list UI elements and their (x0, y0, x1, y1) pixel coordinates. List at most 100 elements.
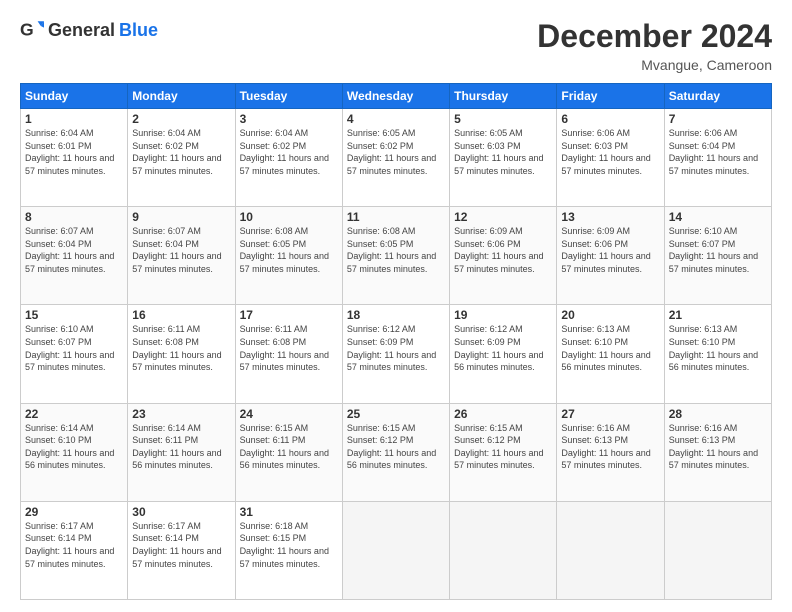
day-number: 15 (25, 308, 123, 322)
calendar-cell: 27Sunrise: 6:16 AMSunset: 6:13 PMDayligh… (557, 403, 664, 501)
day-info: Sunrise: 6:16 AMSunset: 6:13 PMDaylight:… (561, 422, 659, 472)
day-number: 27 (561, 407, 659, 421)
calendar-cell (557, 501, 664, 599)
calendar-cell: 3Sunrise: 6:04 AMSunset: 6:02 PMDaylight… (235, 109, 342, 207)
day-info: Sunrise: 6:13 AMSunset: 6:10 PMDaylight:… (561, 323, 659, 373)
calendar-header-cell: Monday (128, 84, 235, 109)
day-number: 10 (240, 210, 338, 224)
calendar-cell: 9Sunrise: 6:07 AMSunset: 6:04 PMDaylight… (128, 207, 235, 305)
calendar-header-cell: Tuesday (235, 84, 342, 109)
day-number: 29 (25, 505, 123, 519)
day-info: Sunrise: 6:14 AMSunset: 6:10 PMDaylight:… (25, 422, 123, 472)
calendar-cell: 29Sunrise: 6:17 AMSunset: 6:14 PMDayligh… (21, 501, 128, 599)
day-number: 13 (561, 210, 659, 224)
calendar-cell: 5Sunrise: 6:05 AMSunset: 6:03 PMDaylight… (450, 109, 557, 207)
calendar-cell: 28Sunrise: 6:16 AMSunset: 6:13 PMDayligh… (664, 403, 771, 501)
day-info: Sunrise: 6:09 AMSunset: 6:06 PMDaylight:… (454, 225, 552, 275)
calendar-week-row: 1Sunrise: 6:04 AMSunset: 6:01 PMDaylight… (21, 109, 772, 207)
calendar-cell: 21Sunrise: 6:13 AMSunset: 6:10 PMDayligh… (664, 305, 771, 403)
calendar-body: 1Sunrise: 6:04 AMSunset: 6:01 PMDaylight… (21, 109, 772, 600)
logo-area: G GeneralBlue (20, 18, 158, 42)
day-number: 30 (132, 505, 230, 519)
day-info: Sunrise: 6:05 AMSunset: 6:02 PMDaylight:… (347, 127, 445, 177)
day-number: 2 (132, 112, 230, 126)
calendar-cell (664, 501, 771, 599)
calendar-cell: 23Sunrise: 6:14 AMSunset: 6:11 PMDayligh… (128, 403, 235, 501)
day-info: Sunrise: 6:04 AMSunset: 6:02 PMDaylight:… (132, 127, 230, 177)
calendar-cell: 15Sunrise: 6:10 AMSunset: 6:07 PMDayligh… (21, 305, 128, 403)
day-info: Sunrise: 6:11 AMSunset: 6:08 PMDaylight:… (240, 323, 338, 373)
day-info: Sunrise: 6:08 AMSunset: 6:05 PMDaylight:… (240, 225, 338, 275)
day-number: 22 (25, 407, 123, 421)
calendar-week-row: 22Sunrise: 6:14 AMSunset: 6:10 PMDayligh… (21, 403, 772, 501)
logo-icon: G (20, 18, 44, 42)
calendar-cell: 13Sunrise: 6:09 AMSunset: 6:06 PMDayligh… (557, 207, 664, 305)
day-info: Sunrise: 6:15 AMSunset: 6:12 PMDaylight:… (347, 422, 445, 472)
location: Mvangue, Cameroon (537, 57, 772, 73)
day-info: Sunrise: 6:17 AMSunset: 6:14 PMDaylight:… (25, 520, 123, 570)
day-info: Sunrise: 6:10 AMSunset: 6:07 PMDaylight:… (669, 225, 767, 275)
day-number: 12 (454, 210, 552, 224)
day-info: Sunrise: 6:15 AMSunset: 6:12 PMDaylight:… (454, 422, 552, 472)
calendar-header-cell: Friday (557, 84, 664, 109)
calendar-cell: 25Sunrise: 6:15 AMSunset: 6:12 PMDayligh… (342, 403, 449, 501)
day-number: 3 (240, 112, 338, 126)
svg-text:G: G (20, 20, 34, 40)
day-info: Sunrise: 6:17 AMSunset: 6:14 PMDaylight:… (132, 520, 230, 570)
day-info: Sunrise: 6:08 AMSunset: 6:05 PMDaylight:… (347, 225, 445, 275)
calendar-table: SundayMondayTuesdayWednesdayThursdayFrid… (20, 83, 772, 600)
calendar-cell (450, 501, 557, 599)
calendar-cell: 30Sunrise: 6:17 AMSunset: 6:14 PMDayligh… (128, 501, 235, 599)
calendar-header-cell: Thursday (450, 84, 557, 109)
calendar-cell: 1Sunrise: 6:04 AMSunset: 6:01 PMDaylight… (21, 109, 128, 207)
day-number: 26 (454, 407, 552, 421)
calendar-cell: 6Sunrise: 6:06 AMSunset: 6:03 PMDaylight… (557, 109, 664, 207)
day-info: Sunrise: 6:07 AMSunset: 6:04 PMDaylight:… (25, 225, 123, 275)
calendar-header-row: SundayMondayTuesdayWednesdayThursdayFrid… (21, 84, 772, 109)
calendar-header-cell: Wednesday (342, 84, 449, 109)
day-number: 5 (454, 112, 552, 126)
day-info: Sunrise: 6:10 AMSunset: 6:07 PMDaylight:… (25, 323, 123, 373)
title-area: December 2024 Mvangue, Cameroon (537, 18, 772, 73)
calendar-cell: 20Sunrise: 6:13 AMSunset: 6:10 PMDayligh… (557, 305, 664, 403)
calendar-header-cell: Saturday (664, 84, 771, 109)
day-info: Sunrise: 6:12 AMSunset: 6:09 PMDaylight:… (454, 323, 552, 373)
calendar-cell: 22Sunrise: 6:14 AMSunset: 6:10 PMDayligh… (21, 403, 128, 501)
day-info: Sunrise: 6:15 AMSunset: 6:11 PMDaylight:… (240, 422, 338, 472)
day-info: Sunrise: 6:09 AMSunset: 6:06 PMDaylight:… (561, 225, 659, 275)
calendar-cell: 26Sunrise: 6:15 AMSunset: 6:12 PMDayligh… (450, 403, 557, 501)
day-number: 1 (25, 112, 123, 126)
day-info: Sunrise: 6:14 AMSunset: 6:11 PMDaylight:… (132, 422, 230, 472)
day-number: 28 (669, 407, 767, 421)
day-number: 17 (240, 308, 338, 322)
day-number: 4 (347, 112, 445, 126)
day-info: Sunrise: 6:04 AMSunset: 6:01 PMDaylight:… (25, 127, 123, 177)
day-info: Sunrise: 6:05 AMSunset: 6:03 PMDaylight:… (454, 127, 552, 177)
logo: G GeneralBlue (20, 18, 158, 42)
day-number: 16 (132, 308, 230, 322)
calendar-header-cell: Sunday (21, 84, 128, 109)
day-info: Sunrise: 6:12 AMSunset: 6:09 PMDaylight:… (347, 323, 445, 373)
calendar-week-row: 29Sunrise: 6:17 AMSunset: 6:14 PMDayligh… (21, 501, 772, 599)
day-info: Sunrise: 6:07 AMSunset: 6:04 PMDaylight:… (132, 225, 230, 275)
day-number: 21 (669, 308, 767, 322)
day-number: 25 (347, 407, 445, 421)
calendar-cell: 10Sunrise: 6:08 AMSunset: 6:05 PMDayligh… (235, 207, 342, 305)
day-number: 20 (561, 308, 659, 322)
day-info: Sunrise: 6:11 AMSunset: 6:08 PMDaylight:… (132, 323, 230, 373)
day-number: 11 (347, 210, 445, 224)
calendar-cell: 4Sunrise: 6:05 AMSunset: 6:02 PMDaylight… (342, 109, 449, 207)
day-info: Sunrise: 6:04 AMSunset: 6:02 PMDaylight:… (240, 127, 338, 177)
calendar-cell: 2Sunrise: 6:04 AMSunset: 6:02 PMDaylight… (128, 109, 235, 207)
logo-general: General (48, 20, 115, 41)
day-info: Sunrise: 6:13 AMSunset: 6:10 PMDaylight:… (669, 323, 767, 373)
calendar-cell: 11Sunrise: 6:08 AMSunset: 6:05 PMDayligh… (342, 207, 449, 305)
day-number: 14 (669, 210, 767, 224)
page: G GeneralBlue December 2024 Mvangue, Cam… (0, 0, 792, 612)
day-number: 19 (454, 308, 552, 322)
day-number: 8 (25, 210, 123, 224)
calendar-cell: 8Sunrise: 6:07 AMSunset: 6:04 PMDaylight… (21, 207, 128, 305)
day-number: 6 (561, 112, 659, 126)
calendar-cell: 31Sunrise: 6:18 AMSunset: 6:15 PMDayligh… (235, 501, 342, 599)
calendar-cell: 24Sunrise: 6:15 AMSunset: 6:11 PMDayligh… (235, 403, 342, 501)
